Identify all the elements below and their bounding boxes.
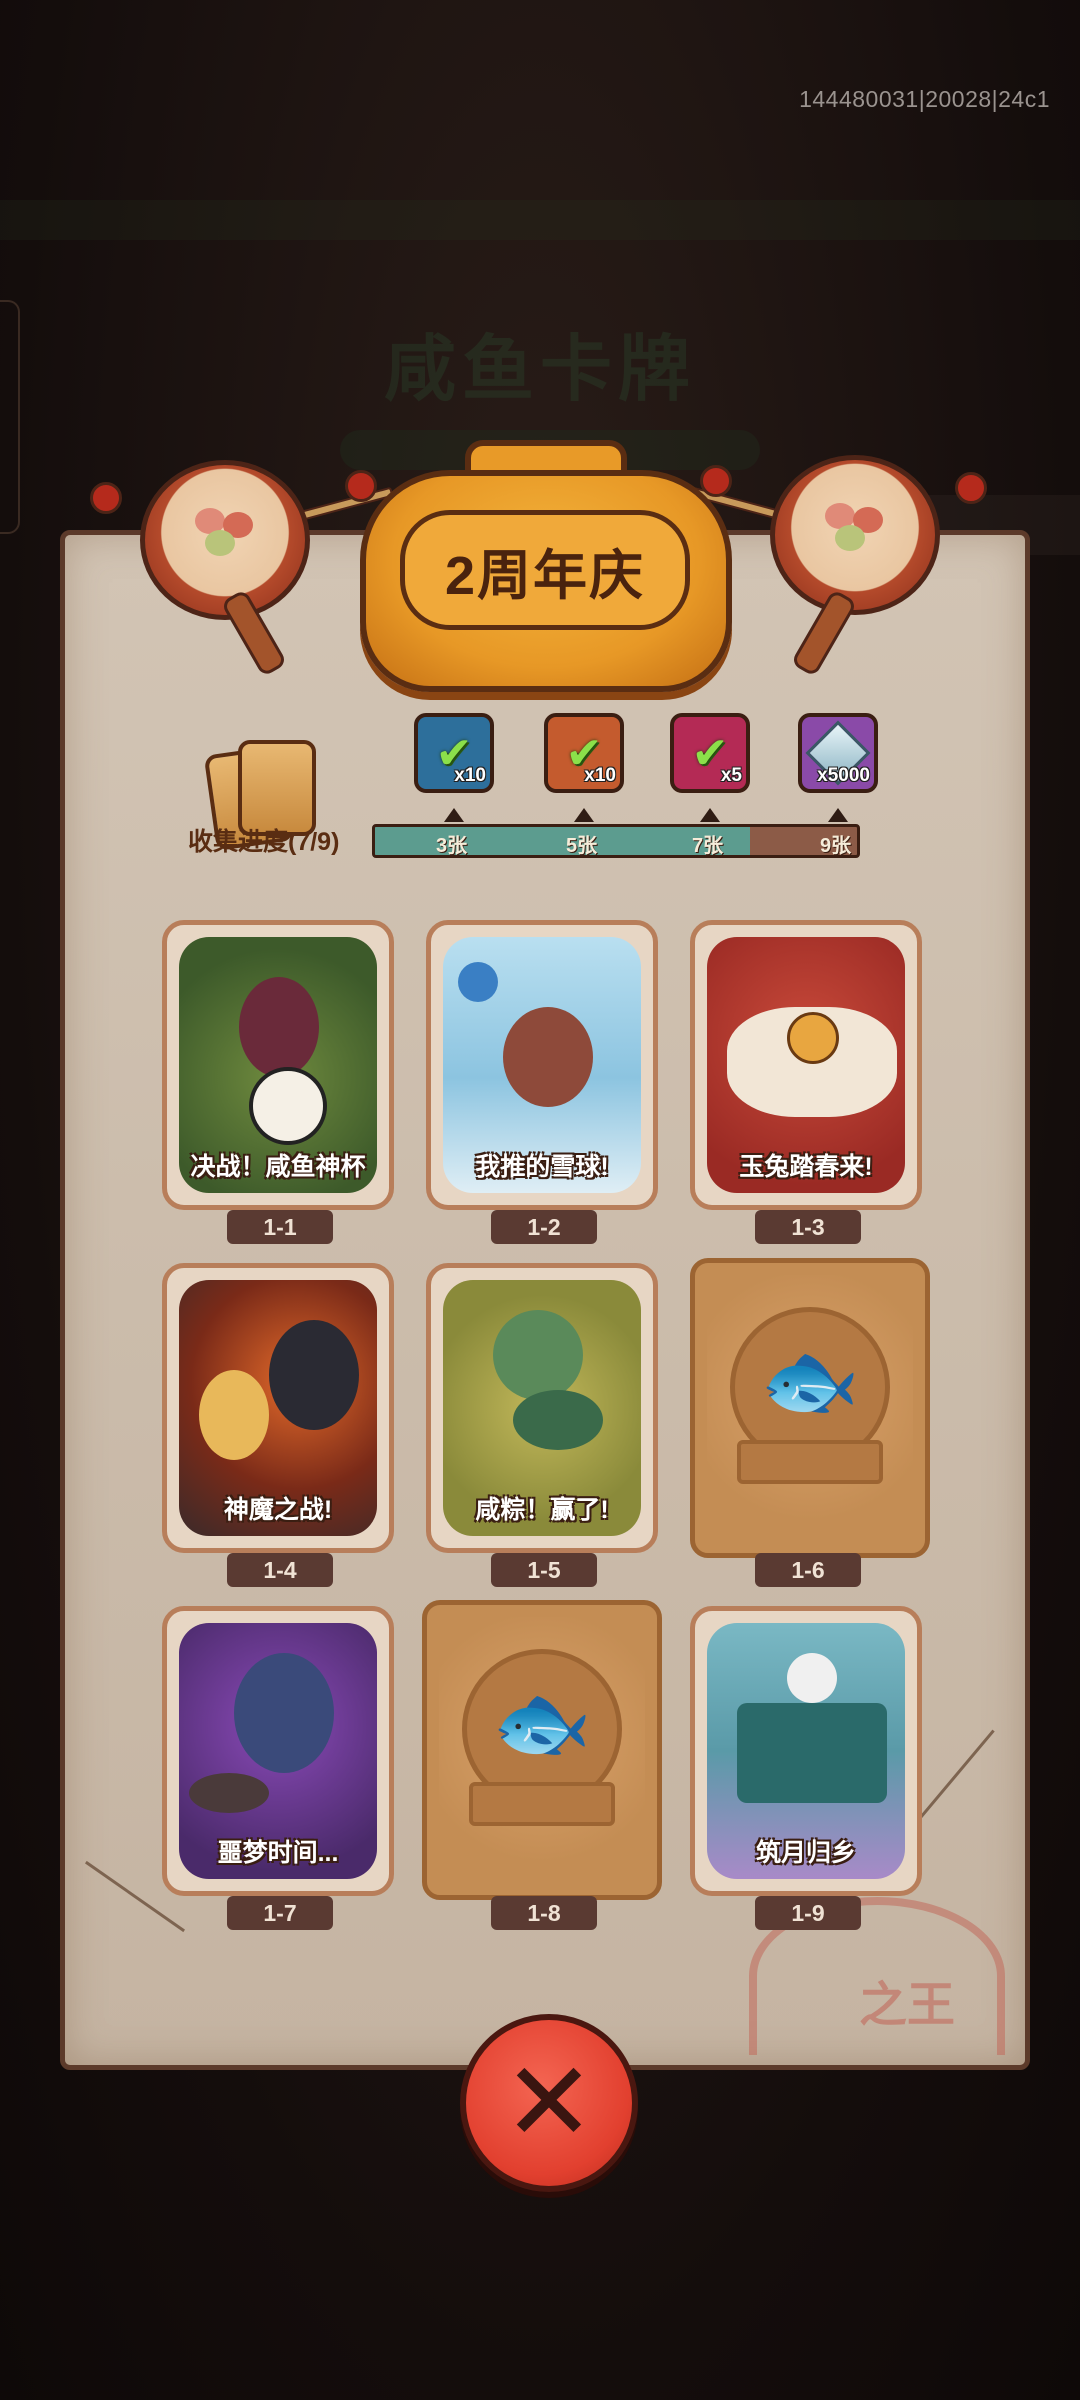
soccer-ball-icon bbox=[249, 1067, 327, 1145]
bead bbox=[955, 472, 987, 504]
card-figure bbox=[787, 1653, 837, 1703]
treasure-chest-icon[interactable]: ✔ x10 bbox=[414, 713, 494, 793]
card-figure bbox=[199, 1370, 269, 1460]
card-figure bbox=[513, 1390, 603, 1450]
card-art: 决战！咸鱼神杯 bbox=[179, 937, 377, 1193]
card-number-tag: 1-8 bbox=[491, 1896, 597, 1930]
card-number-tag: 1-7 bbox=[227, 1896, 333, 1930]
anniversary-title: 2周年庆 bbox=[444, 545, 646, 606]
screen: 咸鱼卡牌 144480031|20028|24c1 之王 2周年庆 收集进度(7… bbox=[0, 0, 1080, 2400]
card-1-5[interactable]: 咸粽！赢了! bbox=[426, 1263, 658, 1553]
milestone-label: 3张 bbox=[436, 835, 468, 857]
fish-silhouette-icon: 🐟 bbox=[492, 1678, 592, 1768]
collection-progress-label: 收集进度(7/9) bbox=[188, 828, 340, 856]
milestone-marker bbox=[574, 808, 594, 822]
scroll-key-icon[interactable]: ✔ x10 bbox=[544, 713, 624, 793]
milestone-label: 9张 bbox=[820, 835, 852, 857]
card-number-tag: 1-9 bbox=[755, 1896, 861, 1930]
side-tab[interactable] bbox=[0, 300, 20, 534]
card-art: 玉兔踏春来! bbox=[707, 937, 905, 1193]
milestone-label: 5张 bbox=[566, 835, 598, 857]
card-art-locked: 🐟 bbox=[439, 1617, 645, 1883]
build-id: 144480031|20028|24c1 bbox=[799, 86, 1050, 112]
drum-left bbox=[140, 460, 310, 620]
milestone-marker bbox=[444, 808, 464, 822]
card-number-tag: 1-6 bbox=[755, 1553, 861, 1587]
anniversary-plaque-inner: 2周年庆 bbox=[400, 510, 690, 630]
card-art: 神魔之战! bbox=[179, 1280, 377, 1536]
rainbow-orb-icon[interactable]: ✔ x5 bbox=[670, 713, 750, 793]
card-1-2[interactable]: 我推的雪球! bbox=[426, 920, 658, 1210]
fish-silhouette-icon: 🐟 bbox=[760, 1336, 860, 1426]
card-stack-icon bbox=[203, 740, 320, 851]
milestone-marker bbox=[700, 808, 720, 822]
card-1-9[interactable]: 筑月归乡 bbox=[690, 1606, 922, 1896]
bead bbox=[345, 470, 377, 502]
locked-card-ribbon bbox=[737, 1439, 883, 1484]
crystal-gem-icon[interactable]: x5000 bbox=[798, 713, 878, 793]
card-title: 玉兔踏春来! bbox=[739, 1153, 873, 1181]
card-1-3[interactable]: 玉兔踏春来! bbox=[690, 920, 922, 1210]
card-art-locked: 🐟 bbox=[707, 1275, 913, 1541]
card-title: 咸粽！赢了! bbox=[475, 1496, 609, 1524]
coin-icon bbox=[787, 1012, 839, 1064]
milestone-marker bbox=[828, 808, 848, 822]
background-title: 咸鱼卡牌 bbox=[383, 330, 696, 410]
card-number-tag: 1-1 bbox=[227, 1210, 333, 1244]
card-art: 噩梦时间... bbox=[179, 1623, 377, 1879]
bead bbox=[700, 465, 732, 497]
card-art: 咸粽！赢了! bbox=[443, 1280, 641, 1536]
background-bar bbox=[0, 200, 1080, 240]
card-number-tag: 1-5 bbox=[491, 1553, 597, 1587]
card-figure bbox=[189, 1773, 269, 1813]
card-figure bbox=[269, 1320, 359, 1430]
card-number-tag: 1-3 bbox=[755, 1210, 861, 1244]
close-button[interactable]: ✕ bbox=[460, 2014, 638, 2192]
drum-right bbox=[770, 455, 940, 615]
card-title: 筑月归乡 bbox=[755, 1839, 856, 1867]
card-title: 决战！咸鱼神杯 bbox=[190, 1153, 366, 1181]
card-figure bbox=[503, 1007, 593, 1107]
card-title: 噩梦时间... bbox=[217, 1839, 339, 1867]
card-art: 筑月归乡 bbox=[707, 1623, 905, 1879]
card-1-8-locked[interactable]: 🐟 bbox=[422, 1600, 662, 1900]
close-x-icon: ✕ bbox=[502, 2041, 596, 2164]
card-art: 我推的雪球! bbox=[443, 937, 641, 1193]
card-number-tag: 1-4 bbox=[227, 1553, 333, 1587]
card-1-7[interactable]: 噩梦时间... bbox=[162, 1606, 394, 1896]
card-figure bbox=[458, 962, 498, 1002]
stamp-seal-text: 之王 bbox=[858, 1979, 955, 2032]
pavilion bbox=[737, 1703, 887, 1803]
card-title: 我推的雪球! bbox=[475, 1153, 609, 1181]
card-number-tag: 1-2 bbox=[491, 1210, 597, 1244]
locked-card-ribbon bbox=[469, 1781, 615, 1826]
card-figure bbox=[239, 977, 319, 1077]
scroll-crack bbox=[915, 1729, 995, 1824]
milestone-label: 7张 bbox=[692, 835, 724, 857]
card-1-4[interactable]: 神魔之战! bbox=[162, 1263, 394, 1553]
bead bbox=[90, 482, 122, 514]
card-figure bbox=[234, 1653, 334, 1773]
card-title: 神魔之战! bbox=[223, 1496, 333, 1524]
card-figure bbox=[493, 1310, 583, 1400]
card-1-6-locked[interactable]: 🐟 bbox=[690, 1258, 930, 1558]
card-1-1[interactable]: 决战！咸鱼神杯 bbox=[162, 920, 394, 1210]
